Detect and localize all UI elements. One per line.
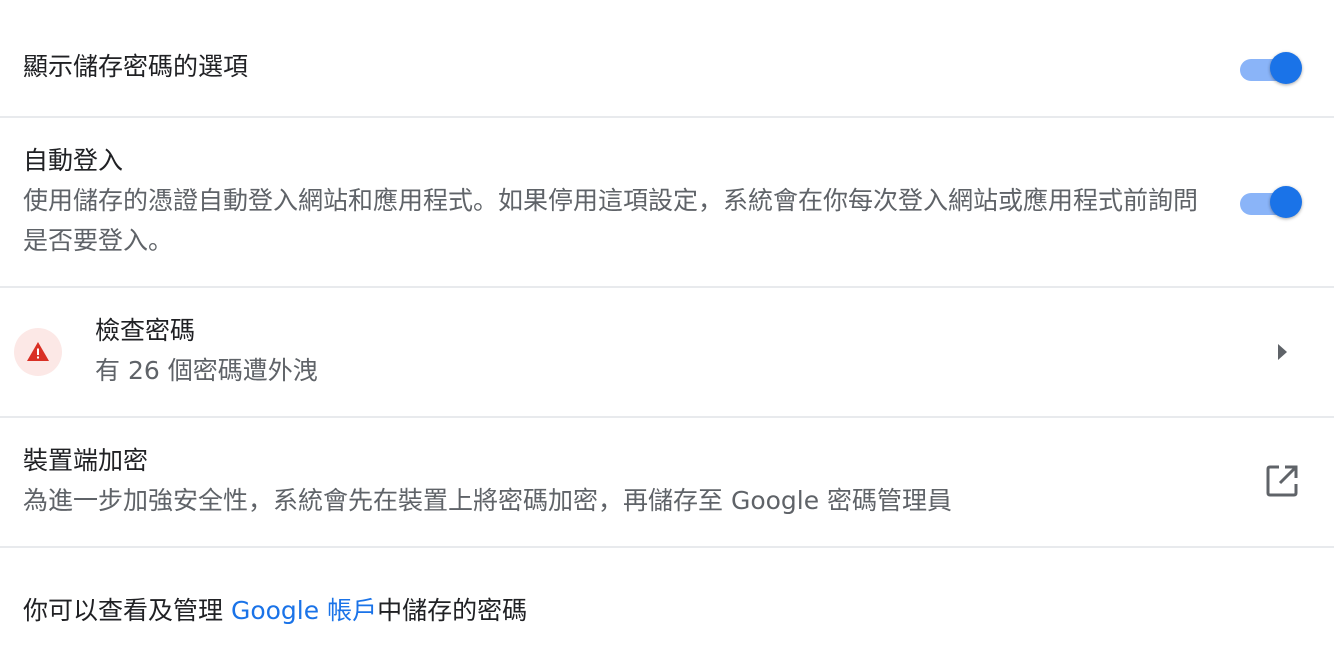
auto-sign-in-description: 使用儲存的憑證自動登入網站和應用程式。如果停用這項設定，系統會在你每次登入網站或…: [23, 186, 1199, 255]
auto-sign-in-toggle[interactable]: [1240, 186, 1302, 222]
open-in-new-icon[interactable]: [1264, 463, 1300, 499]
password-check-title: 檢查密碼: [95, 316, 196, 345]
save-passwords-title: 顯示儲存密碼的選項: [23, 52, 249, 81]
google-account-text-after: 中儲存的密碼: [377, 596, 528, 625]
google-account-text-before: 你可以查看及管理: [23, 596, 224, 625]
password-check-text: 檢查密碼 有 26 個密碼遭外洩: [95, 311, 318, 391]
auto-sign-in-text: 自動登入 使用儲存的憑證自動登入網站和應用程式。如果停用這項設定，系統會在你每次…: [23, 141, 1213, 261]
on-device-encryption-text: 裝置端加密 為進一步加強安全性，系統會先在裝置上將密碼加密，再儲存至 Googl…: [23, 441, 952, 521]
toggle-knob: [1270, 52, 1302, 84]
toggle-knob: [1270, 186, 1302, 218]
chevron-right-icon[interactable]: [1272, 340, 1292, 364]
save-passwords-text: 顯示儲存密碼的選項: [23, 47, 248, 87]
google-account-link[interactable]: Google 帳戶: [231, 596, 377, 625]
on-device-encryption-title: 裝置端加密: [23, 446, 149, 475]
auto-sign-in-title: 自動登入: [23, 146, 124, 175]
save-passwords-toggle[interactable]: [1240, 52, 1302, 88]
google-account-text: 你可以查看及管理 Google 帳戶中儲存的密碼: [23, 591, 527, 631]
password-check-description: 有 26 個密碼遭外洩: [95, 356, 318, 385]
warning-icon: [14, 328, 62, 376]
google-account-line: 你可以查看及管理 Google 帳戶中儲存的密碼: [23, 591, 527, 631]
on-device-encryption-description: 為進一步加強安全性，系統會先在裝置上將密碼加密，再儲存至 Google 密碼管理…: [23, 486, 953, 515]
